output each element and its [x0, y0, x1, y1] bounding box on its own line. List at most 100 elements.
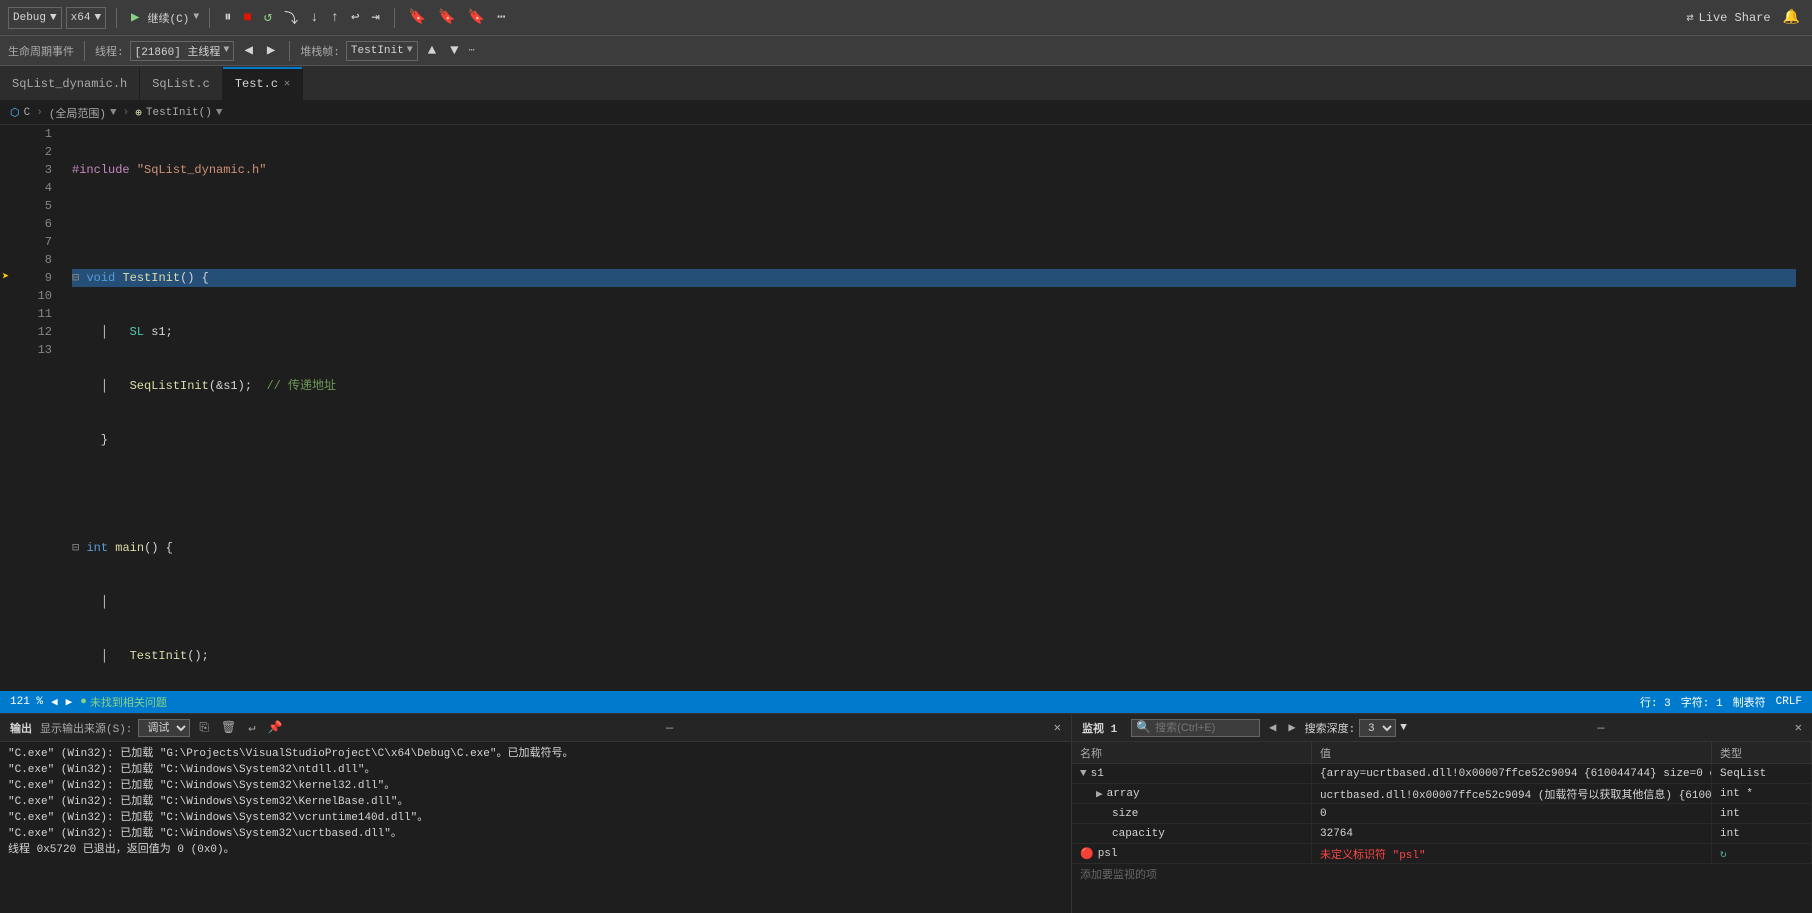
- s1-type-label: SeqList: [1720, 768, 1766, 780]
- watch-search-input[interactable]: [1155, 722, 1255, 734]
- thread-dropdown[interactable]: [21860] 主线程 ▼: [130, 41, 235, 61]
- pause-btn[interactable]: ⏸: [220, 8, 235, 28]
- top-toolbar: Debug ▼ x64 ▼ ▶ 继续(C) ▼ ⏸ ■ ↺ ⤵ ↓ ↑ ↩ ⇥ …: [0, 0, 1812, 36]
- tab-sqlist-dynamic[interactable]: SqList_dynamic.h: [0, 67, 140, 100]
- run-cursor-btn[interactable]: ⇥: [367, 7, 383, 28]
- notifications-btn[interactable]: 🔔: [1779, 7, 1804, 28]
- tab-sqlist-dynamic-label: SqList_dynamic.h: [12, 77, 127, 91]
- stop-btn[interactable]: ■: [239, 8, 255, 28]
- depth-select[interactable]: 3: [1359, 719, 1396, 737]
- thread-right-btn[interactable]: ▶: [263, 40, 279, 61]
- output-close-btn[interactable]: ✕: [1054, 720, 1061, 735]
- stack-dropdown[interactable]: TestInit ▼: [346, 41, 418, 61]
- tab-test-c[interactable]: Test.c ✕: [223, 67, 303, 100]
- ln-11: 11: [28, 305, 52, 323]
- output-title: 输出: [10, 720, 32, 736]
- editor-scroll[interactable]: ➤ 1 2 3 4 5 6 7 8 9 10 11 12 13 #in: [0, 125, 1812, 691]
- thread-label: 线程:: [95, 43, 124, 59]
- breadcrumb-scope[interactable]: (全局范围) ▼: [49, 105, 117, 121]
- stack-label: 堆栈帧:: [300, 43, 340, 59]
- output-line-7: 线程 0x5720 已退出，返回值为 0 (0x0)。: [8, 842, 1063, 858]
- watch-close-btn[interactable]: ✕: [1795, 720, 1802, 735]
- code-line-4: │ SL s1;: [72, 323, 1796, 341]
- line-info: 行: 3: [1640, 694, 1671, 710]
- output-copy-btn[interactable]: ⎘: [196, 720, 212, 736]
- depth-label: 搜索深度:: [1305, 720, 1356, 736]
- play-dropdown-arrow[interactable]: ▼: [193, 12, 199, 23]
- nav-left-btn[interactable]: ◀: [51, 695, 58, 709]
- code-line-7: [72, 485, 1796, 503]
- step-into-btn[interactable]: ↓: [306, 8, 322, 28]
- breadcrumb-func[interactable]: ⊕ TestInit() ▼: [135, 106, 222, 120]
- play-button[interactable]: ▶: [127, 9, 143, 26]
- code-line-9: │: [72, 593, 1796, 611]
- watch-row-s1[interactable]: ▼ s1 {array=ucrtbased.dll!0x00007ffce52c…: [1072, 764, 1812, 784]
- more-btn[interactable]: ⋯: [493, 7, 509, 28]
- debug-config-dropdown[interactable]: Debug ▼: [8, 7, 62, 29]
- search-icon: 🔍: [1136, 720, 1151, 735]
- add-watch-row[interactable]: 添加要监视的项: [1072, 864, 1812, 884]
- status-left: 121 % ◀ ▶ ● 未找到相关问题: [10, 694, 1632, 710]
- arch-arrow: ▼: [94, 12, 101, 24]
- code-line-10: │ TestInit();: [72, 647, 1796, 665]
- stack-up-btn[interactable]: ▲: [424, 41, 440, 61]
- scope-arrow: ▼: [110, 107, 117, 119]
- watch-search-box[interactable]: 🔍: [1131, 719, 1260, 737]
- live-share-button[interactable]: ⇄ Live Share: [1686, 10, 1770, 25]
- tab-sqlist-c-label: SqList.c: [152, 77, 210, 91]
- watch-row-array[interactable]: ▶ array ucrtbased.dll!0x00007ffce52c9094…: [1072, 784, 1812, 804]
- step-out-btn[interactable]: ↑: [327, 8, 343, 28]
- tabs-bar: SqList_dynamic.h SqList.c Test.c ✕: [0, 66, 1812, 101]
- bookmark1-btn[interactable]: 🔖: [405, 7, 430, 28]
- ln-2: 2: [28, 143, 52, 161]
- editor-scrollbar[interactable]: [1804, 125, 1812, 691]
- code-content[interactable]: #include "SqList_dynamic.h" ⊟ void TestI…: [64, 125, 1804, 691]
- restart-btn[interactable]: ↺: [260, 7, 276, 28]
- sep5: [289, 41, 290, 61]
- watch-col-headers: 名称 值 类型: [1072, 742, 1812, 764]
- watch-prev-btn[interactable]: ◀: [1266, 719, 1279, 736]
- expand-debug[interactable]: ⋯: [469, 45, 475, 57]
- stack-down-btn[interactable]: ▼: [446, 41, 462, 61]
- capacity-type-label: int: [1720, 828, 1740, 840]
- array-value-label: ucrtbased.dll!0x00007ffce52c9094 (加载符号以获…: [1320, 786, 1712, 802]
- source-dropdown[interactable]: 调试: [138, 719, 190, 737]
- live-share-label: Live Share: [1699, 11, 1771, 25]
- debug-controls: ⏸ ■ ↺ ⤵ ↓ ↑ ↩ ⇥: [220, 6, 384, 30]
- col-value-label: 值: [1320, 745, 1331, 761]
- output-clear-btn[interactable]: 🗑: [218, 719, 239, 736]
- arch-dropdown[interactable]: x64 ▼: [66, 7, 106, 29]
- thread-left-btn[interactable]: ◀: [240, 40, 256, 61]
- watch-row-psl[interactable]: 🔴 psl 未定义标识符 "psl" ↻: [1072, 844, 1812, 864]
- zoom-item[interactable]: 121 %: [10, 696, 43, 708]
- s1-expand[interactable]: ▼: [1080, 768, 1087, 780]
- editor-area[interactable]: ➤ 1 2 3 4 5 6 7 8 9 10 11 12 13 #in: [0, 125, 1812, 691]
- code-line-2: [72, 215, 1796, 233]
- output-pin-btn[interactable]: 📌: [264, 719, 285, 736]
- psl-refresh-btn[interactable]: ↻: [1720, 847, 1727, 861]
- output-wrap-btn[interactable]: ↵: [245, 719, 258, 736]
- tab-test-c-close[interactable]: ✕: [284, 78, 290, 90]
- output-line-3: "C.exe" (Win32): 已加载 "C:\Windows\System3…: [8, 778, 1063, 794]
- watch-row-capacity[interactable]: capacity 32764 int: [1072, 824, 1812, 844]
- watch-minimize-btn[interactable]: —: [1597, 721, 1604, 735]
- output-line-5: "C.exe" (Win32): 已加载 "C:\Windows\System3…: [8, 810, 1063, 826]
- output-minimize-btn[interactable]: —: [666, 721, 673, 735]
- nav-right-btn[interactable]: ▶: [66, 695, 73, 709]
- code-line-8: ⊟ int main() {: [72, 539, 1796, 557]
- output-panel: 输出 显示输出来源(S): 调试 ⎘ 🗑 ↵ 📌 — ✕ "C.exe" (Wi…: [0, 714, 1072, 913]
- step-over-btn[interactable]: ⤵: [280, 6, 302, 30]
- add-watch-label: 添加要监视的项: [1080, 866, 1157, 882]
- no-issues-item[interactable]: ● 未找到相关问题: [80, 694, 167, 710]
- tab-sqlist-c[interactable]: SqList.c: [140, 67, 223, 100]
- array-expand[interactable]: ▶: [1096, 787, 1103, 801]
- bookmark3-btn[interactable]: 🔖: [464, 7, 489, 28]
- watch-next-btn[interactable]: ▶: [1285, 719, 1298, 736]
- breadcrumb-sep2: ›: [123, 107, 130, 119]
- step-back-btn[interactable]: ↩: [347, 7, 363, 28]
- func-arrow: ▼: [216, 107, 223, 119]
- bookmark2-btn[interactable]: 🔖: [434, 7, 459, 28]
- ln-8: 8: [28, 251, 52, 269]
- watch-row-size[interactable]: size 0 int: [1072, 804, 1812, 824]
- zoom-value: 121 %: [10, 696, 43, 708]
